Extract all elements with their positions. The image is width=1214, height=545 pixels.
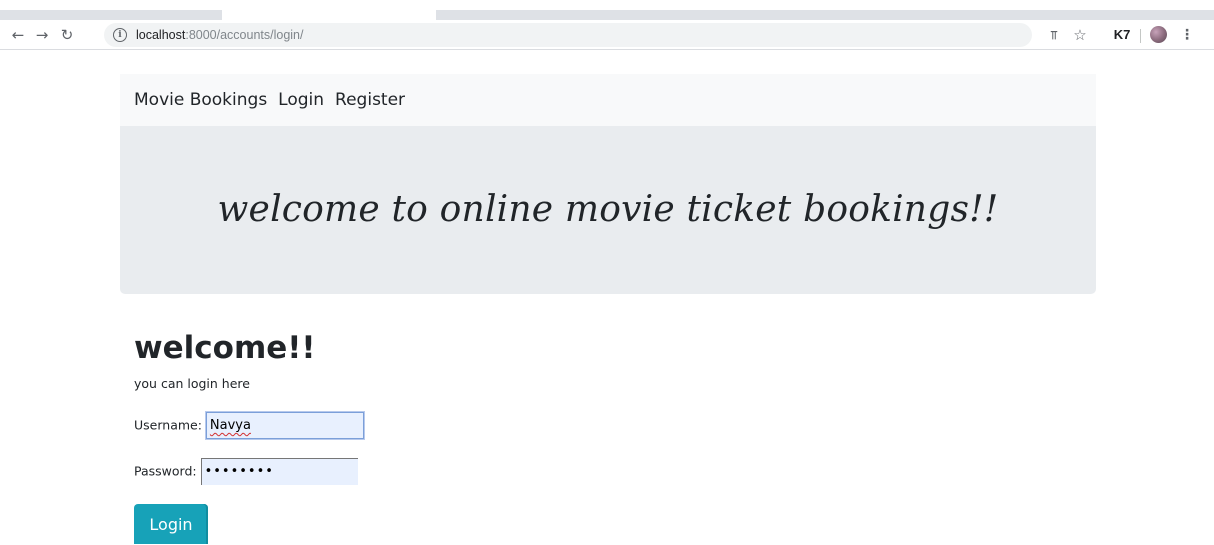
url-text[interactable]: localhost:8000/accounts/login/ — [136, 27, 303, 43]
nav-link-login[interactable]: Login — [278, 74, 324, 126]
toolbar-separator — [1140, 29, 1141, 43]
extension-icon[interactable]: K7 — [1112, 24, 1132, 46]
url-host: localhost — [136, 28, 186, 42]
username-input[interactable]: Navya — [205, 412, 364, 439]
login-button[interactable]: Login — [134, 504, 208, 544]
url-path: :8000/accounts/login/ — [185, 28, 304, 42]
info-icon[interactable]: i — [113, 28, 127, 42]
tab-strip-background — [436, 10, 1214, 20]
avatar[interactable] — [1150, 26, 1167, 43]
key-icon[interactable]: ⫪ — [1046, 24, 1062, 46]
login-subtext: you can login here — [134, 376, 250, 391]
tab-strip-background — [0, 10, 222, 20]
browser-toolbar: ← → ↻ i localhost:8000/accounts/login/ ⫪… — [0, 20, 1214, 50]
password-input[interactable]: •••••••• — [200, 458, 358, 485]
address-bar[interactable]: i localhost:8000/accounts/login/ — [104, 23, 1032, 47]
username-row: Username: Navya — [134, 412, 364, 439]
login-section: welcome!! you can login here Username: N… — [134, 326, 734, 544]
password-row: Password: •••••••• — [134, 458, 358, 485]
jumbotron-title: welcome to online movie ticket bookings!… — [217, 189, 999, 230]
star-icon[interactable]: ☆ — [1072, 24, 1088, 46]
navbar-brand[interactable]: Movie Bookings — [134, 74, 267, 126]
forward-arrow-icon[interactable]: → — [31, 24, 53, 46]
navbar: Movie Bookings Login Register — [120, 74, 1096, 126]
nav-link-register[interactable]: Register — [335, 74, 405, 126]
menu-icon[interactable]: ⋮ — [1180, 24, 1194, 46]
username-value: Navya — [209, 418, 251, 433]
back-arrow-icon[interactable]: ← — [7, 24, 29, 46]
tab-strip — [0, 0, 1214, 20]
jumbotron: welcome to online movie ticket bookings!… — [120, 126, 1096, 294]
username-label: Username: — [134, 417, 202, 433]
reload-icon[interactable]: ↻ — [56, 24, 78, 46]
page-title: welcome!! — [134, 330, 316, 366]
password-label: Password: — [134, 463, 197, 479]
